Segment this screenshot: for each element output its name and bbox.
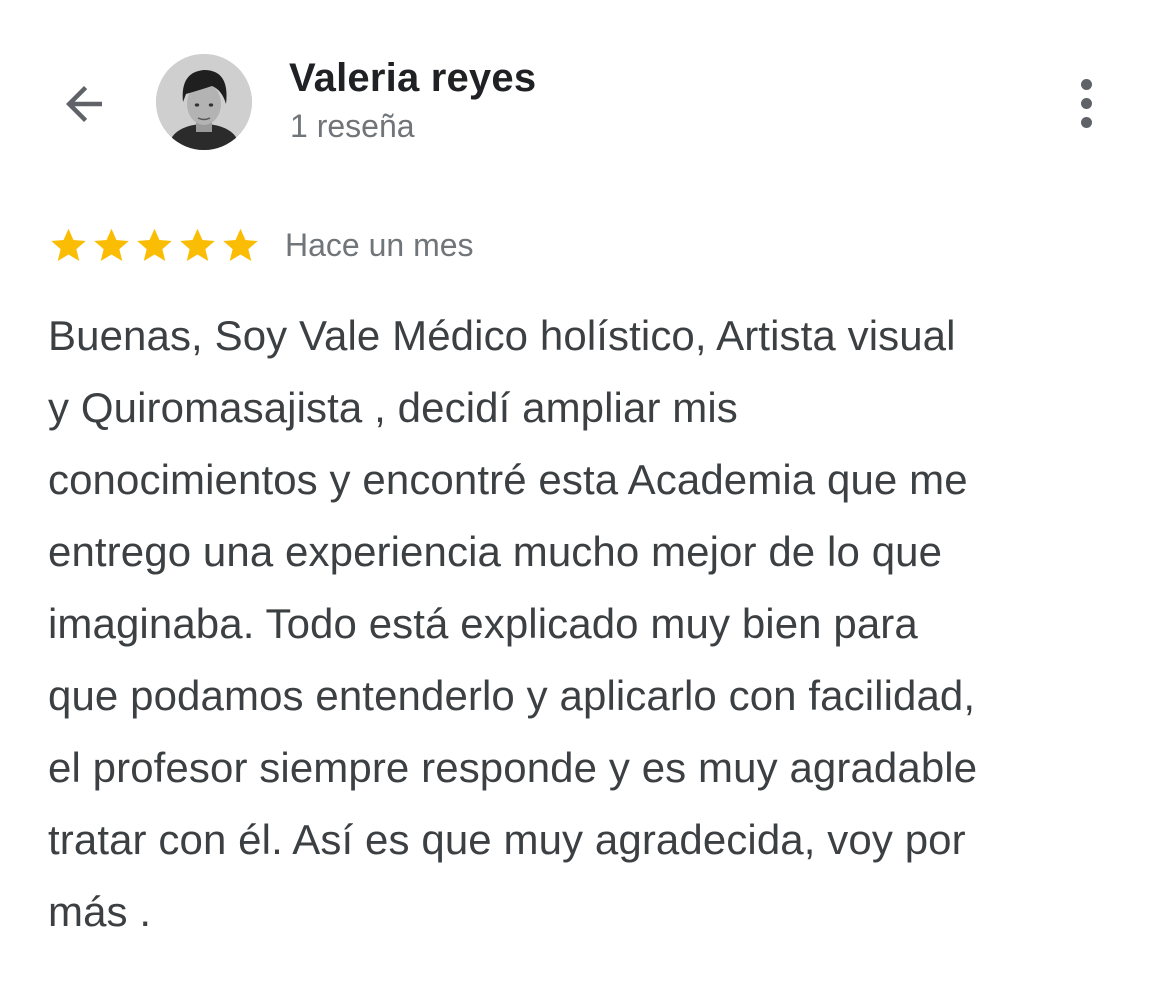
profile-photo <box>156 54 252 150</box>
star-icon <box>51 228 86 261</box>
arrow-back-icon <box>66 86 102 122</box>
reviewer-review-count: 1 reseña <box>290 108 415 144</box>
avatar[interactable] <box>156 54 252 150</box>
star-icon <box>223 228 258 261</box>
star-icon <box>94 228 129 261</box>
more-vert-icon-dot <box>1080 97 1092 109</box>
more-vert-icon-dot <box>1080 78 1092 90</box>
review-header: Valeria reyes 1 reseña <box>0 0 1170 180</box>
rating-row: Hace un mes <box>48 222 474 268</box>
star-icon <box>137 228 172 261</box>
back-button[interactable] <box>48 68 120 140</box>
more-options-button[interactable] <box>1060 70 1112 136</box>
star-rating <box>48 225 261 266</box>
reviewer-name[interactable]: Valeria reyes <box>289 56 536 101</box>
review-text: Buenas, Soy Vale Médico holístico, Artis… <box>48 312 978 935</box>
review-time: Hace un mes <box>285 226 474 263</box>
star-icon <box>180 228 215 261</box>
more-vert-icon-dot <box>1080 116 1092 128</box>
